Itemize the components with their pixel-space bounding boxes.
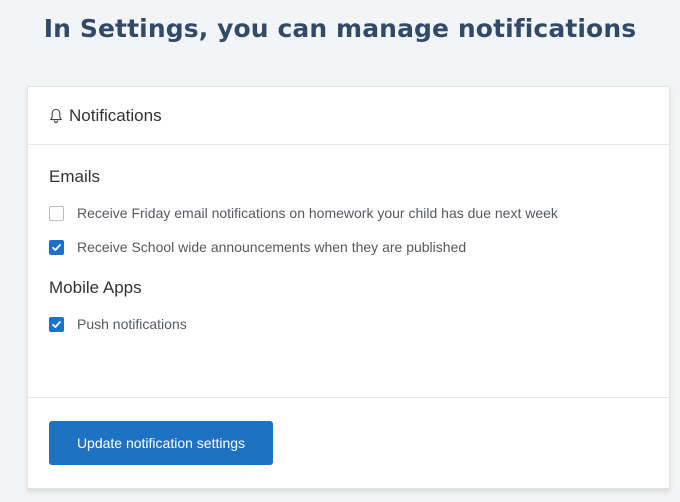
section-title-mobile-apps: Mobile Apps [49, 278, 142, 297]
section-title-emails: Emails [49, 167, 101, 186]
update-notification-settings-button[interactable]: Update notification settings [49, 421, 273, 465]
checkbox-push-notifications[interactable] [49, 316, 64, 332]
checkmark-icon [52, 320, 61, 328]
option-school-announcements[interactable]: Receive School wide announcements when t… [49, 238, 669, 256]
checkmark-icon [52, 243, 61, 251]
card-body: Emails Receive Friday email notification… [28, 145, 669, 398]
option-label[interactable]: Push notifications [77, 316, 187, 332]
option-label[interactable]: Receive School wide announcements when t… [77, 239, 466, 255]
option-push-notifications[interactable]: Push notifications [49, 315, 669, 333]
bell-icon [49, 108, 63, 124]
card-title: Notifications [69, 105, 162, 125]
card-footer: Update notification settings [28, 398, 669, 465]
checkbox-school-announcements[interactable] [49, 239, 64, 255]
card-header: Notifications [28, 87, 669, 145]
option-friday-email[interactable]: Receive Friday email notifications on ho… [49, 204, 669, 222]
notifications-card: Notifications Emails Receive Friday emai… [27, 86, 670, 489]
checkbox-friday-email[interactable] [49, 205, 64, 221]
option-label[interactable]: Receive Friday email notifications on ho… [77, 205, 558, 221]
page-headline: In Settings, you can manage notification… [43, 14, 637, 43]
